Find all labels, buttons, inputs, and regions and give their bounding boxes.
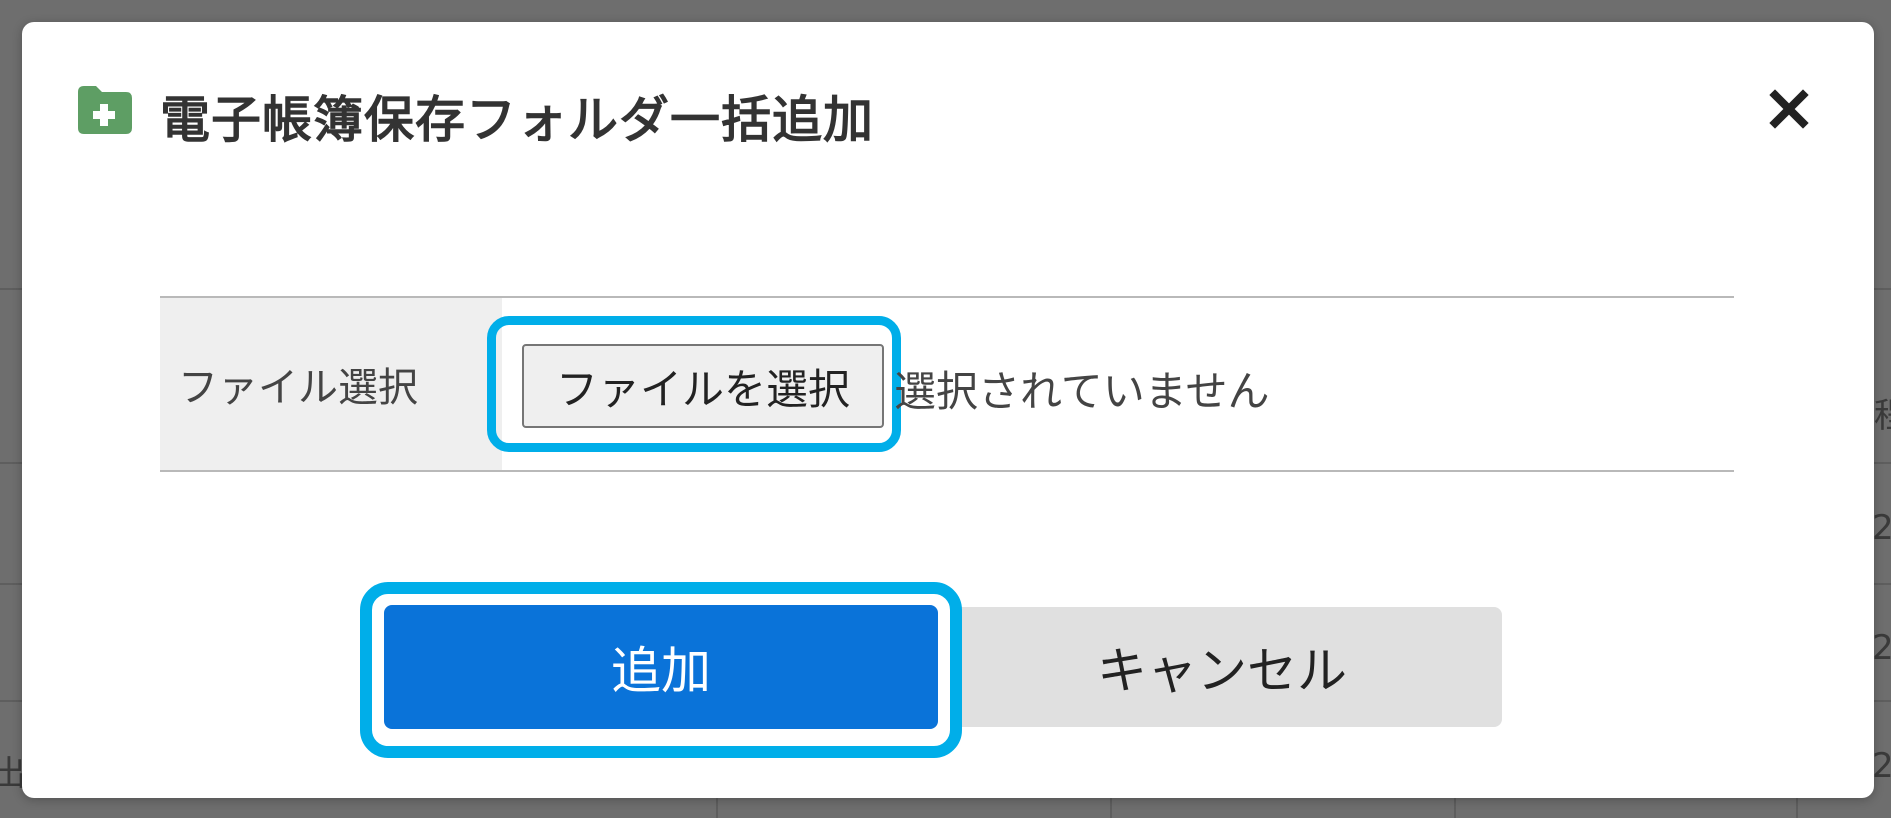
bg-cell-text: 20 (1872, 508, 1891, 548)
bulk-add-folder-dialog: 電子帳簿保存フォルダ一括追加 ファイル選択 ファイルを選択 選択されていません … (22, 22, 1874, 798)
bg-divider (1454, 798, 1456, 818)
bg-cell-text: 20 (1872, 628, 1891, 668)
bg-divider (716, 798, 718, 818)
add-button[interactable]: 追加 (384, 605, 938, 729)
dialog-title: 電子帳簿保存フォルダ一括追加 (160, 91, 874, 149)
file-select-row: ファイル選択 ファイルを選択 選択されていません (160, 296, 1734, 472)
bg-cell-text: 20 (1872, 746, 1891, 786)
cancel-button[interactable]: キャンセル (942, 607, 1502, 727)
bg-divider (1110, 798, 1112, 818)
file-status-text: 選択されていません (894, 367, 1270, 416)
folder-plus-icon (74, 82, 136, 136)
bg-cell-text: 程 (1874, 388, 1891, 437)
file-select-label: ファイル選択 (160, 298, 502, 470)
bg-divider (1796, 798, 1798, 818)
file-select-value-cell: ファイルを選択 選択されていません (487, 298, 1734, 470)
close-icon (1769, 89, 1809, 133)
choose-file-button[interactable]: ファイルを選択 (522, 344, 884, 428)
close-button[interactable] (1762, 84, 1816, 138)
